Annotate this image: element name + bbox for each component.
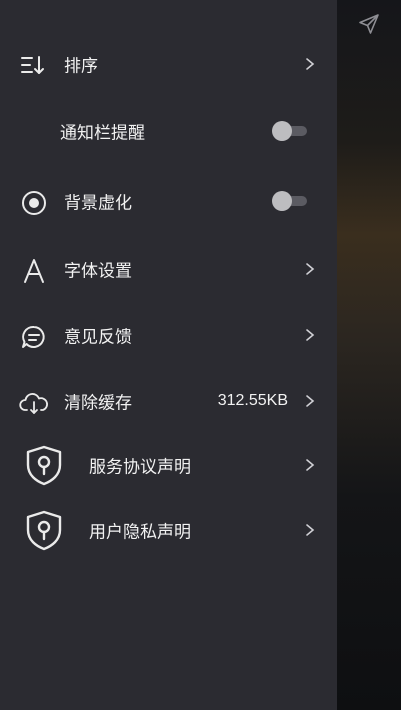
sort-icon bbox=[21, 56, 44, 74]
shield-keyhole-icon bbox=[26, 445, 62, 486]
chevron-right-icon bbox=[306, 395, 315, 407]
cache-size-value: 312.55KB bbox=[217, 392, 288, 409]
toggle-knob bbox=[272, 121, 292, 141]
menu-item-sort-label: 排序 bbox=[64, 56, 98, 77]
menu-item-sort[interactable]: 排序 bbox=[0, 36, 337, 92]
chevron-right-icon bbox=[306, 459, 315, 471]
menu-item-clear-cache-label: 清除缓存 bbox=[64, 393, 132, 414]
background-image bbox=[337, 0, 401, 710]
notification-toggle[interactable] bbox=[272, 121, 308, 141]
menu-item-feedback-label: 意见反馈 bbox=[64, 327, 132, 348]
cloud-download-icon bbox=[19, 393, 48, 414]
menu-item-background-blur: 背景虚化 bbox=[0, 173, 337, 229]
paper-plane-icon[interactable] bbox=[357, 12, 381, 36]
background-blur-toggle[interactable] bbox=[272, 191, 308, 211]
menu-item-privacy-statement-label: 用户隐私声明 bbox=[89, 522, 191, 543]
menu-item-feedback[interactable]: 意见反馈 bbox=[0, 307, 337, 363]
chevron-right-icon bbox=[306, 329, 315, 341]
menu-item-background-blur-label: 背景虚化 bbox=[64, 193, 132, 214]
radio-target-icon bbox=[22, 191, 46, 215]
menu-item-font-settings-label: 字体设置 bbox=[64, 261, 132, 282]
menu-item-notification: 通知栏提醒 bbox=[0, 103, 337, 159]
menu-item-notification-label: 通知栏提醒 bbox=[60, 123, 145, 144]
toggle-knob bbox=[272, 191, 292, 211]
menu-item-service-agreement[interactable]: 服务协议声明 bbox=[0, 437, 337, 493]
menu-item-font-settings[interactable]: 字体设置 bbox=[0, 241, 337, 297]
chevron-right-icon bbox=[306, 58, 315, 70]
chat-bubble-icon bbox=[22, 325, 45, 348]
settings-drawer: 排序 通知栏提醒 背景虚化 字体设置 意见反馈 清除缓存 312.55KB 服务… bbox=[0, 0, 337, 710]
shield-keyhole-icon bbox=[26, 510, 62, 551]
menu-item-service-agreement-label: 服务协议声明 bbox=[89, 457, 191, 478]
menu-item-clear-cache[interactable]: 清除缓存 312.55KB bbox=[0, 373, 337, 429]
menu-item-privacy-statement[interactable]: 用户隐私声明 bbox=[0, 502, 337, 558]
chevron-right-icon bbox=[306, 524, 315, 536]
font-letter-A-icon bbox=[24, 259, 44, 283]
chevron-right-icon bbox=[306, 263, 315, 275]
